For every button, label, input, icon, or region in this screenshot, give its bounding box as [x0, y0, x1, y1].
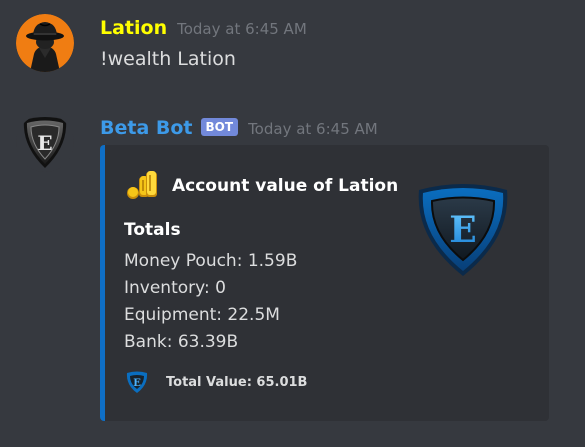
shield-e-logo-icon: E — [126, 371, 148, 393]
svg-text:E: E — [133, 378, 141, 389]
embed-author: Account value of Lation — [124, 171, 398, 201]
shield-e-logo-icon: E — [23, 117, 67, 168]
user-avatar[interactable] — [16, 14, 74, 72]
money-pouch-value: Money Pouch: 1.59B — [124, 251, 298, 271]
embed-color-bar — [100, 145, 105, 421]
embed-author-name: Account value of Lation — [172, 176, 399, 196]
message-header: Lation Today at 6:45 AM — [100, 17, 307, 39]
embed-footer: E Total Value: 65.01B — [125, 370, 307, 394]
message-content: !wealth Lation — [100, 48, 236, 70]
message-header: Beta Bot BOT Today at 6:45 AM — [100, 117, 378, 139]
embed-thumbnail[interactable]: E — [415, 182, 511, 282]
bot-badge: BOT — [200, 118, 239, 136]
bot-avatar[interactable]: E — [16, 114, 74, 172]
embed-field-name: Totals — [124, 220, 181, 240]
svg-text:E: E — [449, 209, 476, 251]
shield-e-logo-icon: E — [418, 184, 508, 276]
embed-field-value: Money Pouch: 1.59B Inventory: 0 Equipmen… — [124, 248, 297, 356]
fedora-hat-icon — [16, 14, 74, 72]
chat-message-list: Lation Today at 6:45 AM !wealth Lation E — [0, 0, 585, 447]
embed-card: Account value of Lation E Totals Money P… — [100, 145, 549, 421]
timestamp: Today at 6:45 AM — [248, 120, 378, 138]
inventory-value: Inventory: 0 — [124, 278, 226, 298]
equipment-value: Equipment: 22.5M — [124, 305, 280, 325]
username[interactable]: Lation — [100, 17, 167, 39]
total-value: Total Value: 65.01B — [166, 374, 308, 390]
bank-value: Bank: 63.39B — [124, 332, 239, 352]
username[interactable]: Beta Bot — [100, 117, 193, 139]
timestamp: Today at 6:45 AM — [177, 20, 307, 38]
coins-icon — [127, 171, 157, 199]
svg-text:E: E — [37, 131, 52, 155]
